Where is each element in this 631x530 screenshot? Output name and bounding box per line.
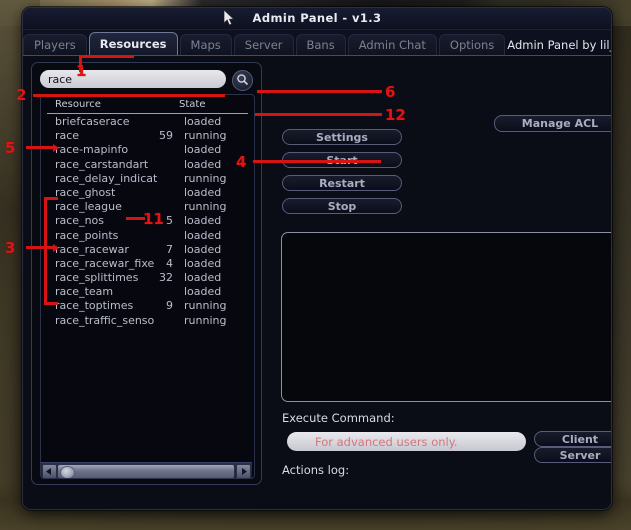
resource-name: race_ghost [55,185,116,199]
tab-players[interactable]: Players [23,34,87,55]
table-row[interactable]: race_racewar 7 loaded [41,243,254,257]
scrollbar-thumb[interactable] [57,464,235,478]
resource-state: running [184,299,227,313]
stop-button[interactable]: Stop [282,198,402,214]
resource-count: 5 [166,214,173,228]
resource-list[interactable]: Resource State briefcaserace loaded race 59… [40,94,255,479]
table-row[interactable]: race_delay_indicat running [41,172,254,186]
list-header: Resource State [47,98,248,114]
table-row[interactable]: race_ghost loaded [41,186,254,200]
resource-state: running [184,313,227,327]
resource-state: loaded [184,285,222,299]
search-icon[interactable] [232,70,253,91]
title-bar: Admin Panel - v1.3 [23,8,611,30]
server-button[interactable]: Server [534,447,611,463]
table-row[interactable]: briefcaserace loaded [41,115,254,129]
table-row[interactable]: race 59 running [41,129,254,143]
search-row [40,70,253,91]
table-row[interactable]: race-mapinfo loaded [41,143,254,157]
search-input[interactable] [40,70,226,88]
table-row[interactable]: race_points loaded [41,229,254,243]
resource-name: race_nos [55,214,105,228]
list-rows: briefcaserace loaded race 59 running race-map… [41,115,254,328]
resource-name: race_racewar [55,242,129,256]
resource-count: 32 [159,271,173,285]
resource-state: running [184,200,227,214]
tab-options[interactable]: Options [438,34,506,55]
tab-maps[interactable]: Maps [179,34,232,55]
column-header-resource: Resource [55,99,101,110]
tab-bans[interactable]: Bans [295,34,346,55]
actions-log-box[interactable] [281,232,611,402]
table-row[interactable]: race_toptimes 9 running [41,299,254,313]
resource-count: 4 [166,256,173,270]
restart-button[interactable]: Restart [282,175,402,191]
table-row[interactable]: race_carstandart loaded [41,158,254,172]
resource-state: loaded [184,256,222,270]
resource-count: 7 [166,242,173,256]
admin-panel-window: Admin Panel - v1.3 Players Resources Map… [22,7,612,510]
resources-panel: Resource State briefcaseraceloadedrace59… [23,55,611,509]
table-row[interactable]: race_racewar_fixe 4 loaded [41,257,254,271]
resource-count: 9 [166,299,173,313]
table-row[interactable]: race_team loaded [41,285,254,299]
resource-state: running [184,171,227,185]
resource-count: 59 [159,129,173,143]
resource-name: race_toptimes [55,299,134,313]
resource-state: loaded [184,143,222,157]
resource-name: race_racewar_fixe [55,256,155,270]
resource-name: race_points [55,228,119,242]
branding-label: Admin Panel by lil_Toady [507,38,611,52]
resource-list-panel: Resource State briefcaseraceloadedrace59… [31,62,262,485]
resource-name: race_splittimes [55,271,139,285]
window-title: Admin Panel - v1.3 [252,11,382,25]
table-row[interactable]: race_nos 5 loaded [41,214,254,228]
tab-bar: Players Resources Maps Server Bans Admin… [23,30,611,55]
resource-state: loaded [184,242,222,256]
resource-state: running [184,129,227,143]
annotation-3-number: 3 [5,239,16,257]
settings-button[interactable]: Settings [282,129,402,145]
screen: Admin Panel - v1.3 Players Resources Map… [0,0,631,530]
execute-command-label: Execute Command: [282,411,395,425]
scroll-right-arrow-icon[interactable] [236,464,251,478]
resource-name: race [55,129,80,143]
column-header-state: State [179,99,206,110]
resource-state: loaded [184,228,222,242]
scrollbar-grip-icon [60,466,75,478]
resource-state: loaded [184,157,222,171]
manage-acl-button[interactable]: Manage ACL [494,115,611,132]
table-row[interactable]: race_traffic_senso running [41,314,254,328]
resource-state: loaded [184,115,222,128]
resource-name: race_team [55,285,114,299]
tab-resources[interactable]: Resources [88,32,178,55]
table-row[interactable]: race_splittimes 32 loaded [41,271,254,285]
resource-state: loaded [184,271,222,285]
resource-name: briefcaserace [55,115,130,128]
resource-name: race-mapinfo [55,143,129,157]
tab-admin-chat[interactable]: Admin Chat [347,34,437,55]
scroll-left-arrow-icon[interactable] [42,464,57,478]
resource-state: loaded [184,214,222,228]
horizontal-scrollbar[interactable] [41,462,252,478]
table-row[interactable]: race_league running [41,200,254,214]
tab-server[interactable]: Server [233,34,294,55]
resource-name: race_traffic_senso [55,313,155,327]
resource-state: loaded [184,185,222,199]
annotation-5-number: 5 [5,139,16,157]
resource-name: race_carstandart [55,157,149,171]
client-button[interactable]: Client [534,431,611,447]
actions-log-label: Actions log: [282,463,350,477]
execute-command-input[interactable] [287,432,526,451]
resource-name: race_delay_indicat [55,171,158,185]
resource-name: race_league [55,200,122,214]
start-button[interactable]: Start [282,152,402,168]
